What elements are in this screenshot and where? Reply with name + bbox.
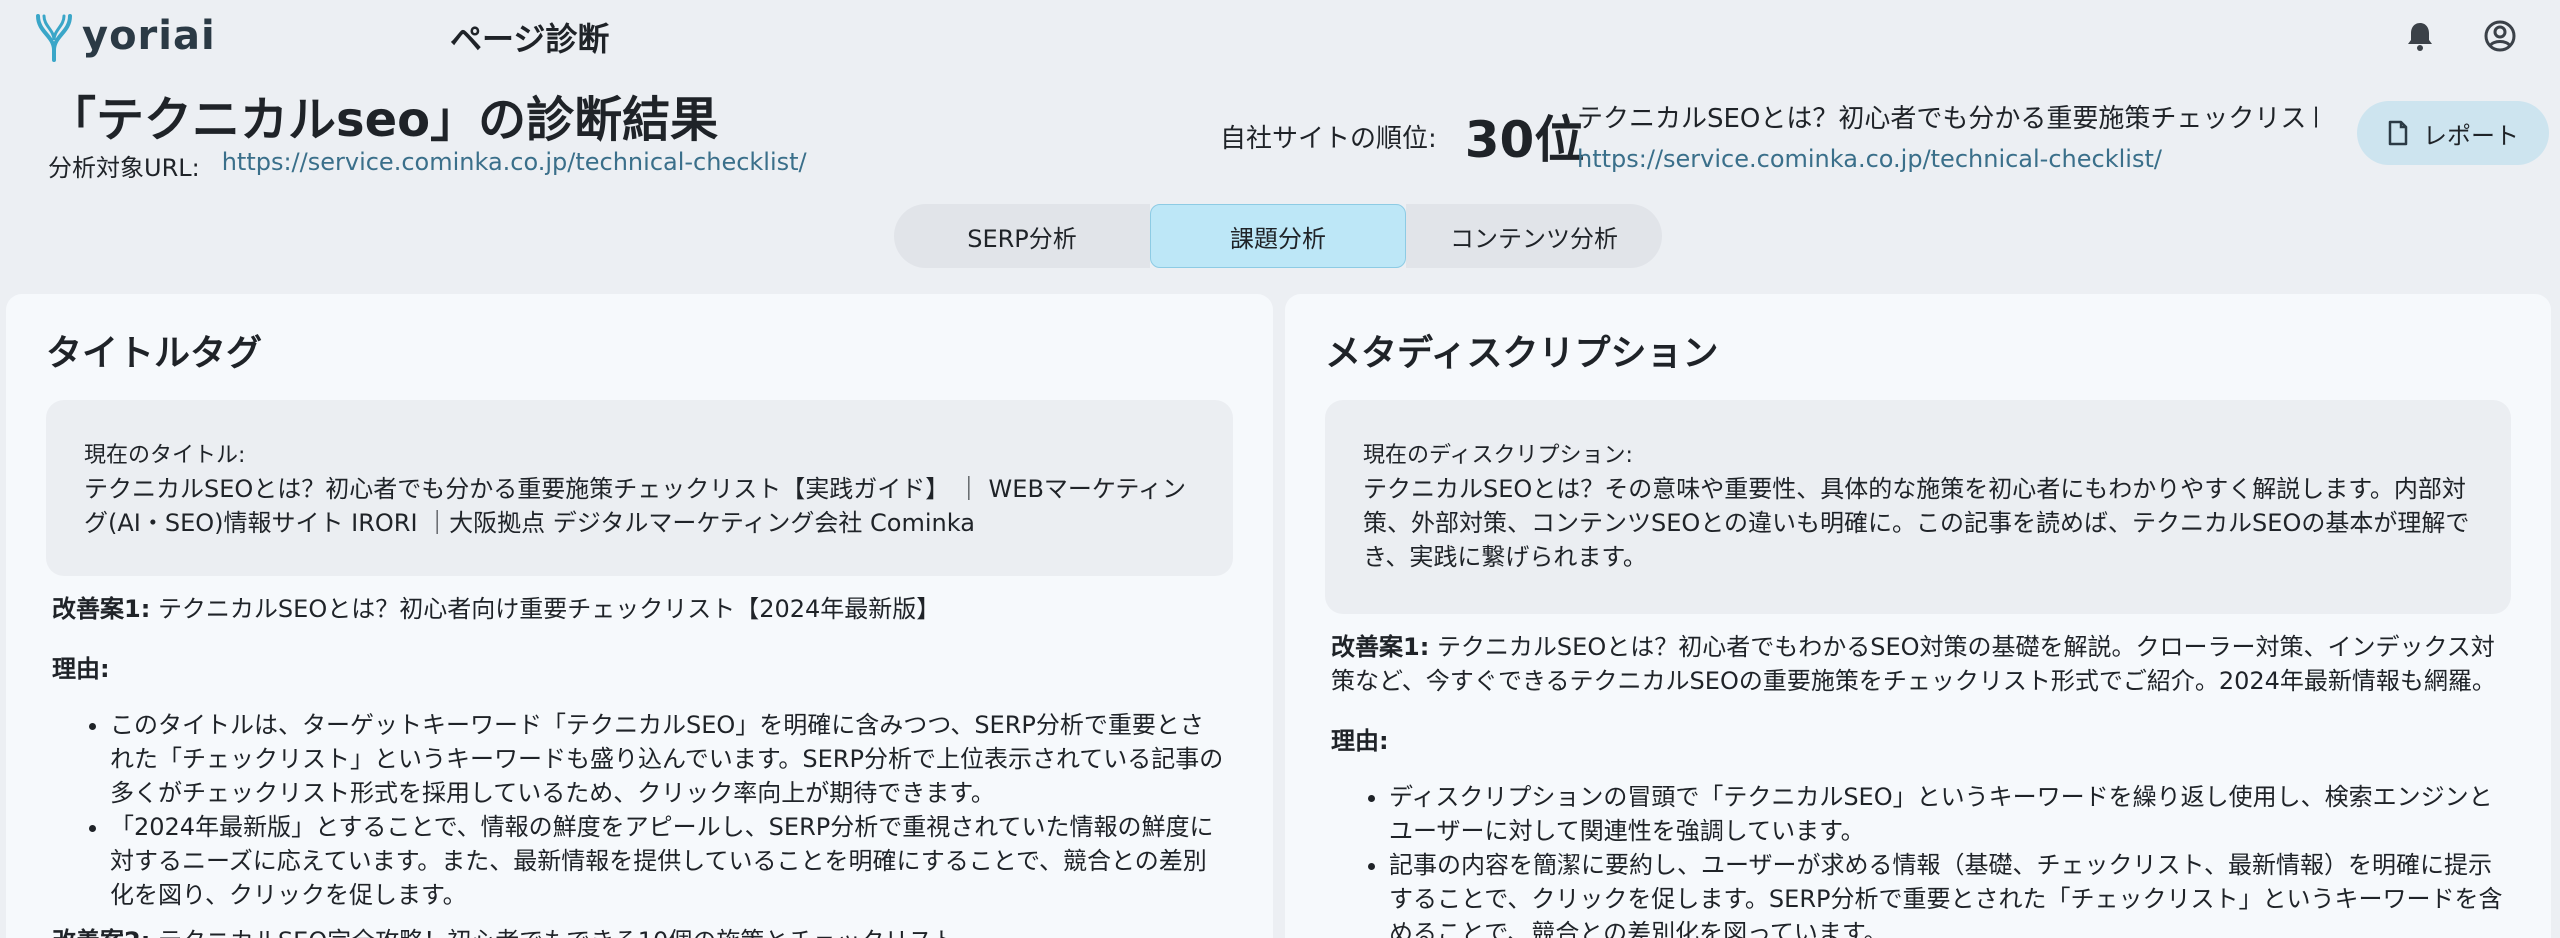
current-description-label: 現在のディスクリプション: (1363, 443, 1633, 468)
rank-block: 自社サイトの順位: 30位 (1220, 100, 1584, 172)
tab-serp[interactable]: SERP分析 (894, 204, 1150, 268)
rank-value: 30位 (1464, 111, 1585, 169)
proposal-text: テクニカルSEOとは？初心者でもわかるSEO対策の基礎を解説。クローラー対策、イ… (1331, 633, 2496, 695)
ranked-page-info: テクニカルSEOとは？初心者でも分かる重要施策チェックリスト ... https… (1577, 98, 2317, 173)
page-heading: ページ診断 (450, 20, 610, 58)
meta-description-card: メタディスクリプション 現在のディスクリプション: テクニカルSEOとは？その意… (1285, 294, 2551, 938)
meta-reasons-list: ディスクリプションの冒頭で「テクニカルSEO」というキーワードを繰り返し使用し、… (1325, 780, 2511, 938)
tab-issue-analysis[interactable]: 課題分析 (1150, 204, 1406, 268)
title-reasons-list: このタイトルは、ターゲットキーワード「テクニカルSEO」を明確に含みつつ、SER… (46, 708, 1233, 912)
reason-label: 理由: (52, 655, 110, 683)
ranked-page-title: テクニカルSEOとは？初心者でも分かる重要施策チェックリスト ... (1577, 104, 2317, 134)
title-proposal-2: 改善案2: テクニカルSEO完全攻略！初心者でもできる10個の施策とチェックリス… (46, 924, 1233, 938)
reason-label: 理由: (1331, 727, 1389, 755)
yoriai-logo-icon (36, 14, 72, 62)
target-url-row: 分析対象URL: https://service.cominka.co.jp/t… (48, 148, 807, 183)
target-url-label: 分析対象URL: (48, 154, 200, 182)
title-tag-heading: タイトルタグ (46, 333, 263, 374)
current-title-text: テクニカルSEOとは？初心者でも分かる重要施策チェックリスト【実践ガイド】 ｜ … (84, 475, 1186, 537)
ranked-page-url[interactable]: https://service.cominka.co.jp/technical-… (1577, 145, 2162, 173)
report-button-label: レポート (2423, 121, 2519, 150)
current-title-box: 現在のタイトル: テクニカルSEOとは？初心者でも分かる重要施策チェックリスト【… (46, 400, 1233, 576)
proposal-text: テクニカルSEO完全攻略！初心者でもできる10個の施策とチェックリスト (158, 927, 956, 938)
current-title-label: 現在のタイトル: (84, 443, 246, 468)
proposal-text: テクニカルSEOとは？初心者向け重要チェックリスト【2024年最新版】 (157, 595, 941, 623)
proposal-label: 改善案2: (52, 927, 150, 938)
meta-proposal-1: 改善案1: テクニカルSEOとは？初心者でもわかるSEO対策の基礎を解説。クロー… (1325, 630, 2511, 698)
target-url-link[interactable]: https://service.cominka.co.jp/technical-… (222, 148, 807, 183)
list-item: このタイトルは、ターゲットキーワード「テクニカルSEO」を明確に含みつつ、SER… (110, 708, 1227, 810)
account-icon[interactable] (2480, 16, 2520, 56)
current-description-box: 現在のディスクリプション: テクニカルSEOとは？その意味や重要性、具体的な施策… (1325, 400, 2511, 614)
title-tag-card: タイトルタグ 現在のタイトル: テクニカルSEOとは？初心者でも分かる重要施策チ… (6, 294, 1273, 938)
proposal-label: 改善案1: (1331, 633, 1430, 661)
analysis-tabs: SERP分析 課題分析 コンテンツ分析 (894, 204, 1662, 268)
list-item: ディスクリプションの冒頭で「テクニカルSEO」というキーワードを繰り返し使用し、… (1389, 780, 2505, 848)
current-description-text: テクニカルSEOとは？その意味や重要性、具体的な施策を初心者にもわかりやすく解説… (1363, 475, 2470, 571)
title-proposal-1: 改善案1: テクニカルSEOとは？初心者向け重要チェックリスト【2024年最新版… (46, 592, 1233, 626)
list-item: 「2024年最新版」とすることで、情報の鮮度をアピールし、SERP分析で重視され… (110, 810, 1227, 912)
tab-content-analysis[interactable]: コンテンツ分析 (1406, 204, 1662, 268)
document-icon (2388, 120, 2408, 146)
logo-text: yoriai (82, 13, 216, 59)
app-logo[interactable]: yoriai (32, 10, 216, 62)
list-item: 記事の内容を簡潔に要約し、ユーザーが求める情報（基礎、チェックリスト、最新情報）… (1389, 848, 2505, 938)
proposal-label: 改善案1: (52, 595, 151, 623)
page-title: 「テクニカルseo」の診断結果 (48, 92, 719, 148)
meta-description-heading: メタディスクリプション (1325, 333, 1719, 374)
bell-icon[interactable] (2400, 16, 2440, 56)
rank-label: 自社サイトの順位: (1220, 123, 1437, 154)
report-button[interactable]: レポート (2357, 101, 2549, 165)
